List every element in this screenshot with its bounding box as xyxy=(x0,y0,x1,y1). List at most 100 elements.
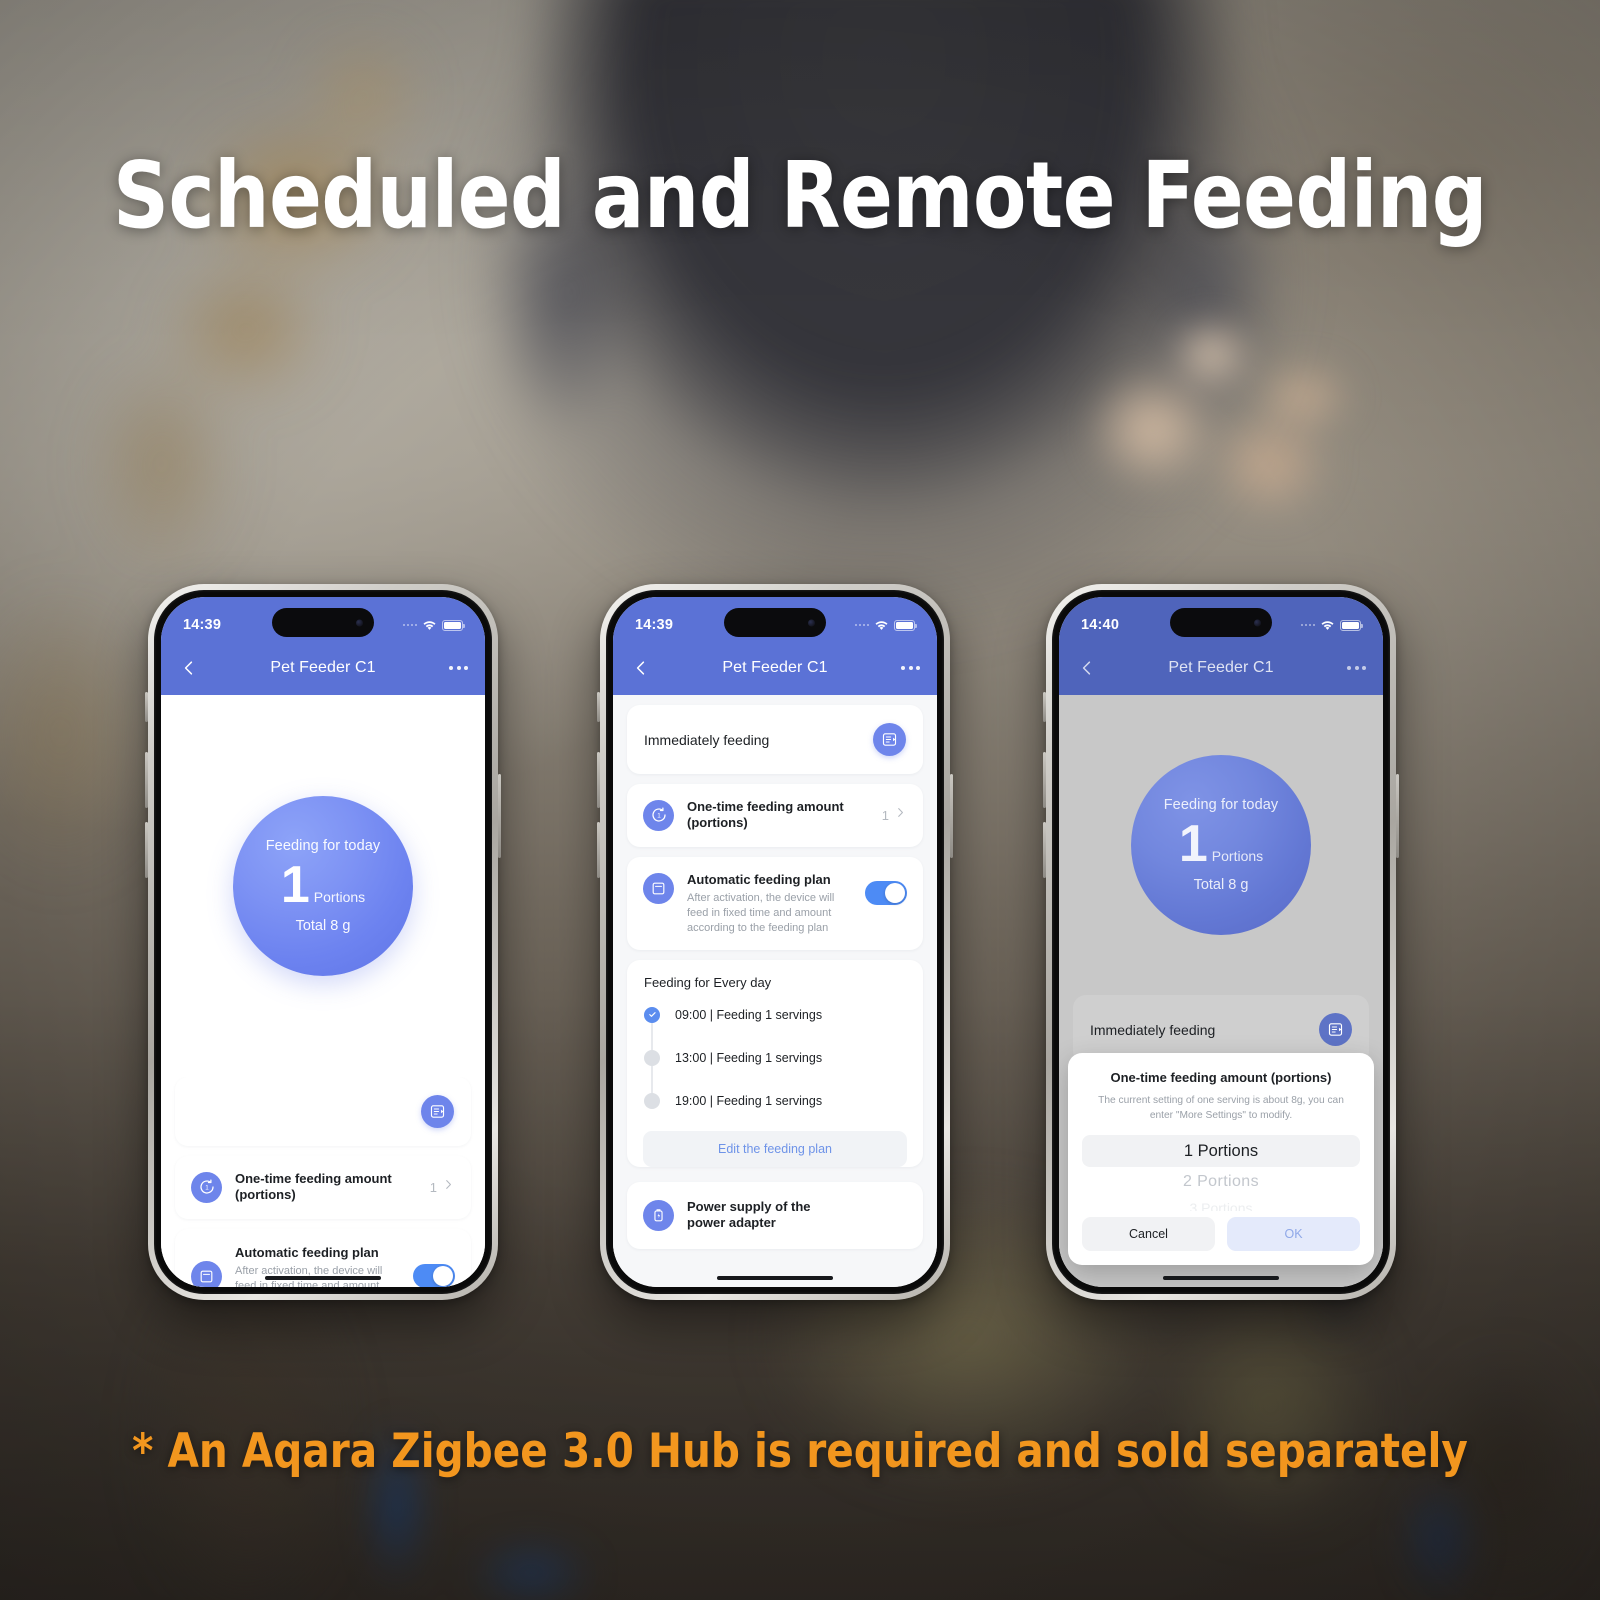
autoplan-title: Automatic feeding plan xyxy=(687,871,831,887)
plan-item[interactable]: 19:00 | Feeding 1 servings xyxy=(644,1079,906,1122)
cancel-button[interactable]: Cancel xyxy=(1082,1217,1215,1251)
one-time-value: 1 xyxy=(881,807,889,823)
one-time-value: 1 xyxy=(429,1179,437,1195)
feeding-plan-icon xyxy=(191,1260,222,1287)
one-time-title: One-time feeding amount xyxy=(235,1171,392,1186)
hero-portion-unit: Portions xyxy=(1211,847,1264,864)
dynamic-island xyxy=(724,608,826,637)
picker-option[interactable]: 2 Portions xyxy=(1082,1167,1360,1197)
autoplan-toggle[interactable] xyxy=(413,1264,455,1287)
chevron-right-icon xyxy=(894,806,907,824)
dialog-actions: Cancel OK xyxy=(1082,1217,1360,1251)
plan-status-check-icon xyxy=(644,1006,660,1023)
automatic-feeding-plan-card[interactable]: Automatic feeding plan After activation,… xyxy=(627,856,923,951)
signal-dots-icon xyxy=(854,623,869,627)
phone-power-button xyxy=(498,774,501,858)
picker-option-selected[interactable]: 1 Portions xyxy=(1082,1135,1360,1167)
picker-option[interactable]: 3 Portions xyxy=(1082,1197,1360,1211)
hero-portion-count: 1 xyxy=(1178,814,1208,873)
phone-bezel: 14:39 xyxy=(606,590,944,1294)
app-bar: 14:39 Pet Feeder C1 xyxy=(161,597,485,695)
edit-feeding-plan-button[interactable]: Edit the feeding plan xyxy=(643,1131,907,1168)
feed-now-icon[interactable] xyxy=(873,723,906,756)
ok-button[interactable]: OK xyxy=(1227,1217,1360,1251)
immediately-feeding-label: Immediately feeding xyxy=(644,731,770,748)
phone-volume-up-button xyxy=(145,752,148,808)
page-title: Pet Feeder C1 xyxy=(1168,659,1274,676)
battery-icon xyxy=(442,619,465,631)
phone-screen: 14:39 xyxy=(613,597,937,1287)
signal-dots-icon xyxy=(402,623,417,627)
back-chevron-icon[interactable] xyxy=(1076,657,1098,679)
dynamic-island xyxy=(1170,608,1272,637)
status-time: 14:39 xyxy=(183,617,222,633)
immediately-feeding-card[interactable]: Immediately feeding xyxy=(627,705,923,774)
svg-text:1: 1 xyxy=(205,1185,209,1192)
hero-label: Feeding for today xyxy=(1163,796,1279,813)
plan-item-label: 09:00 | Feeding 1 servings xyxy=(675,1007,823,1022)
power-supply-card[interactable]: Power supply of the power adapter xyxy=(627,1182,923,1249)
feeding-total-circle: Feeding for today 1 Portions Total 8 g xyxy=(1131,755,1311,935)
phone-screen: 14:39 xyxy=(161,597,485,1287)
page-title: Pet Feeder C1 xyxy=(270,659,376,676)
power-adapter-icon xyxy=(643,1199,674,1231)
back-chevron-icon[interactable] xyxy=(178,657,200,679)
back-chevron-icon[interactable] xyxy=(630,657,652,679)
hero-label: Feeding for today xyxy=(265,837,381,854)
phone-mute-switch xyxy=(1043,692,1046,722)
app-bar: 14:40 Pet Feeder C1 xyxy=(1059,597,1383,695)
autoplan-toggle[interactable] xyxy=(865,880,907,905)
phone-screen: 14:40 Pet Feeder C1 Feeding for today 1 … xyxy=(1059,597,1383,1287)
power-title: Power supply of the xyxy=(687,1199,811,1215)
autoplan-title: Automatic feeding plan xyxy=(235,1244,379,1260)
page-title: Pet Feeder C1 xyxy=(722,659,828,676)
phone-mute-switch xyxy=(145,692,148,722)
plan-item-label: 13:00 | Feeding 1 servings xyxy=(675,1050,823,1065)
more-options-icon[interactable] xyxy=(449,660,468,676)
dialog-title: One-time feeding amount (portions) xyxy=(1110,1070,1332,1086)
signal-dots-icon xyxy=(1300,623,1315,627)
one-time-feeding-amount-card[interactable]: 1 One-time feeding amount (portions) 1 xyxy=(175,1156,471,1219)
hero-portion-count: 1 xyxy=(280,855,310,914)
phone-power-button xyxy=(950,774,953,858)
feeding-plan-list-card[interactable]: Feeding for Every day 09:00 | Feeding 1 … xyxy=(627,960,923,1168)
one-time-feeding-amount-card[interactable]: 1 One-time feeding amount (portions) 1 xyxy=(627,784,923,847)
home-indicator xyxy=(717,1275,833,1280)
home-indicator xyxy=(1163,1275,1279,1280)
phone-mockup-home: 14:39 Pet Feeder C1 Feeding for today 1 … xyxy=(145,584,501,1300)
nav-bar: Pet Feeder C1 xyxy=(613,645,937,691)
hero-total-grams: Total 8 g xyxy=(295,918,351,935)
phone-bezel: 14:39 xyxy=(154,590,492,1294)
screen-content[interactable]: Immediately feeding 1 One-time feeding a… xyxy=(613,695,937,1287)
status-time: 14:39 xyxy=(635,617,674,633)
phone-mockup-dialog: 14:40 Pet Feeder C1 Feeding for today 1 … xyxy=(1043,584,1399,1300)
plan-item[interactable]: 13:00 | Feeding 1 servings xyxy=(644,1036,906,1079)
plan-heading: Feeding for Every day xyxy=(644,975,772,991)
phone-power-button xyxy=(1396,774,1399,858)
more-options-icon[interactable] xyxy=(1347,660,1366,676)
plan-item[interactable]: 09:00 | Feeding 1 servings xyxy=(644,993,906,1036)
battery-icon xyxy=(1340,619,1363,631)
phone-volume-down-button xyxy=(1043,822,1046,878)
feed-now-icon[interactable] xyxy=(421,1095,454,1128)
plan-status-pending-icon xyxy=(644,1049,660,1066)
wifi-icon xyxy=(1321,620,1334,630)
one-time-feed-icon: 1 xyxy=(191,1171,222,1203)
phone-mute-switch xyxy=(597,692,600,722)
app-bar: 14:39 Pet Feeder C1 xyxy=(613,597,937,695)
phone-volume-down-button xyxy=(597,822,600,878)
more-options-icon[interactable] xyxy=(901,660,920,676)
plan-status-pending-icon xyxy=(644,1092,660,1109)
wifi-icon xyxy=(875,620,888,630)
one-time-title-line2: (portions) xyxy=(687,815,748,831)
home-indicator xyxy=(265,1275,381,1280)
portions-picker[interactable]: 1 Portions 2 Portions 3 Portions xyxy=(1082,1135,1360,1211)
hero-portion-unit: Portions xyxy=(313,888,366,905)
one-time-amount-dialog[interactable]: One-time feeding amount (portions) The c… xyxy=(1068,1053,1374,1265)
feeding-summary-hero: Feeding for today 1 Portions Total 8 g xyxy=(161,695,485,1077)
screen-content[interactable]: Feeding for today 1 Portions Total 8 g 1… xyxy=(161,695,485,1287)
phone-volume-up-button xyxy=(597,752,600,808)
page-footnote: * An Aqara Zigbee 3.0 Hub is required an… xyxy=(132,1424,1468,1479)
immediately-feeding-card[interactable] xyxy=(175,1077,471,1146)
status-time: 14:40 xyxy=(1081,617,1120,633)
